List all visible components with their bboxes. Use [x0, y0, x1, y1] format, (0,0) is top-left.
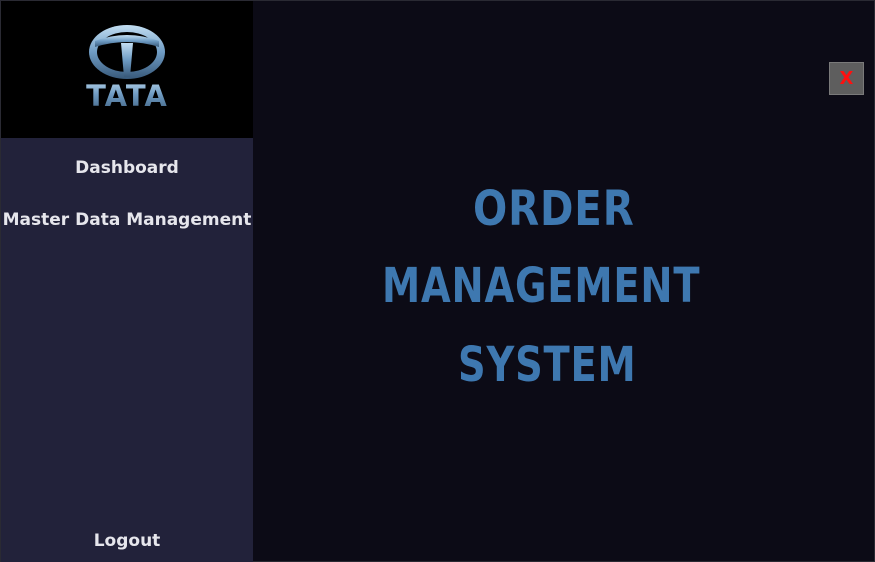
title-line-order: ORDER — [473, 181, 635, 237]
title-line-system: SYSTEM — [458, 337, 637, 393]
sidebar: TATA Dashboard Master Data Management Lo… — [1, 1, 253, 562]
logo: TATA — [1, 1, 253, 138]
logo-text: TATA — [1, 79, 253, 113]
sidebar-item-dashboard[interactable]: Dashboard — [1, 158, 253, 178]
tata-t-emblem-icon — [89, 25, 165, 79]
title-line-management: MANAGEMENT — [382, 258, 701, 314]
app-window: TATA Dashboard Master Data Management Lo… — [0, 0, 875, 562]
logout-button[interactable]: Logout — [1, 531, 253, 551]
sidebar-item-master-data-management[interactable]: Master Data Management — [1, 210, 253, 230]
close-button[interactable]: X — [829, 62, 864, 95]
